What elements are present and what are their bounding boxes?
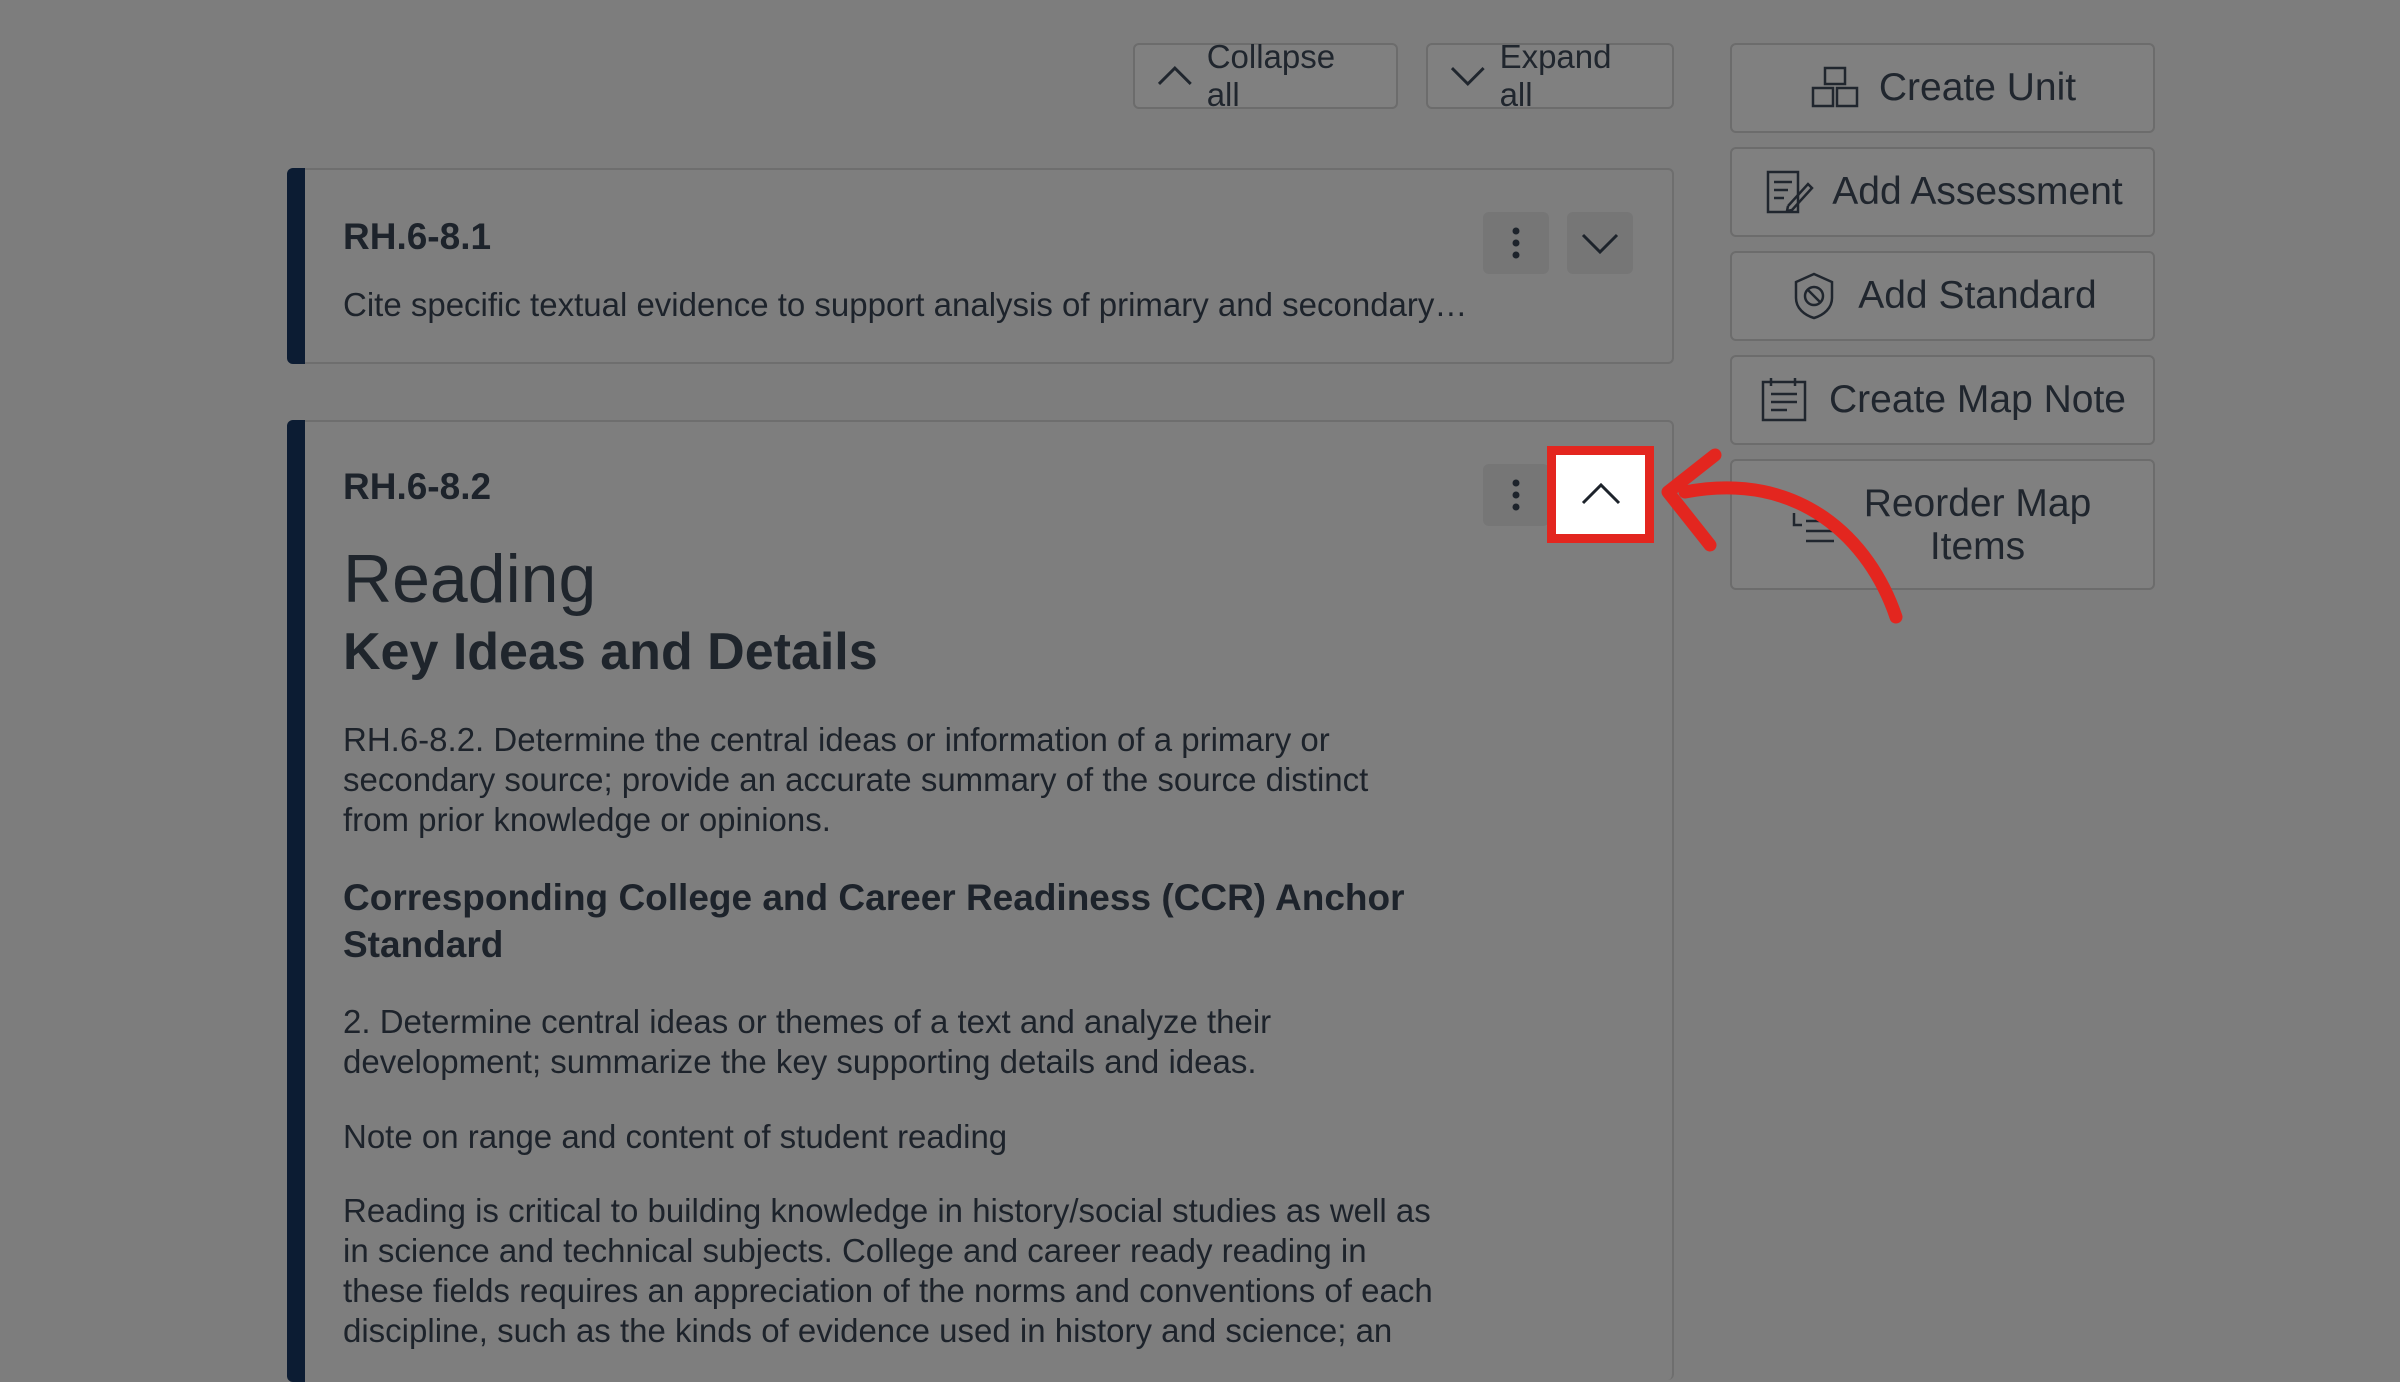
add-assessment-button[interactable]: Add Assessment <box>1730 147 2155 237</box>
more-options-button[interactable] <box>1483 464 1549 526</box>
unit-blocks-icon <box>1811 66 1859 108</box>
standard-badge-icon <box>1794 272 1834 320</box>
collapse-all-button[interactable]: Collapse all <box>1133 38 1398 113</box>
note-heading: Note on range and content of student rea… <box>343 1118 1008 1155</box>
reorder-icon <box>1792 512 1834 542</box>
reorder-map-items-button[interactable]: Reorder Map Items <box>1730 459 2155 590</box>
add-standard-button[interactable]: Add Standard <box>1730 251 2155 341</box>
standard-card: RH.6-8.1 Cite specific textual evidence … <box>287 168 1674 364</box>
create-map-note-label: Create Map Note <box>1829 378 2126 421</box>
add-assessment-label: Add Assessment <box>1832 170 2123 213</box>
chevron-up-icon <box>1581 482 1620 504</box>
chevron-up-icon <box>1157 65 1192 85</box>
add-standard-label: Add Standard <box>1858 274 2097 317</box>
chevron-down-icon <box>1581 233 1619 255</box>
kebab-menu-icon <box>1512 479 1520 511</box>
standard-code: RH.6-8.2 <box>343 466 492 507</box>
create-map-note-button[interactable]: Create Map Note <box>1730 355 2155 445</box>
standard-description: RH.6-8.2. Determine the central ideas or… <box>343 721 1369 838</box>
edit-document-icon <box>1767 170 1814 214</box>
note-text: Reading is critical to building knowledg… <box>343 1192 1433 1349</box>
expand-all-button[interactable]: Expand all <box>1426 38 1674 113</box>
chevron-down-icon <box>1450 67 1485 87</box>
ccr-heading: Corresponding College and Career Readine… <box>343 877 1405 965</box>
standard-code: RH.6-8.1 <box>343 216 492 257</box>
standard-card: RH.6-8.2 Reading Key Ideas and Details R… <box>287 420 1674 1382</box>
note-icon <box>1761 378 1807 422</box>
create-unit-button[interactable]: Create Unit <box>1730 43 2155 133</box>
card-accent-stripe <box>287 168 305 364</box>
ccr-text: 2. Determine central ideas or themes of … <box>343 1003 1272 1080</box>
section-heading: Reading <box>343 541 597 617</box>
card-accent-stripe <box>287 420 305 1382</box>
section-subheading: Key Ideas and Details <box>343 623 878 681</box>
more-options-button[interactable] <box>1483 212 1549 274</box>
collapse-all-label: Collapse all <box>1206 38 1336 113</box>
create-unit-label: Create Unit <box>1878 66 2077 109</box>
expand-card-button[interactable] <box>1567 212 1633 274</box>
collapse-card-button[interactable] <box>1547 446 1654 543</box>
kebab-menu-icon <box>1512 227 1520 259</box>
reorder-map-items-label: Reorder Map Items <box>1863 481 2092 568</box>
expand-all-label: Expand all <box>1499 38 1612 113</box>
standard-summary: Cite specific textual evidence to suppor… <box>343 286 1468 323</box>
